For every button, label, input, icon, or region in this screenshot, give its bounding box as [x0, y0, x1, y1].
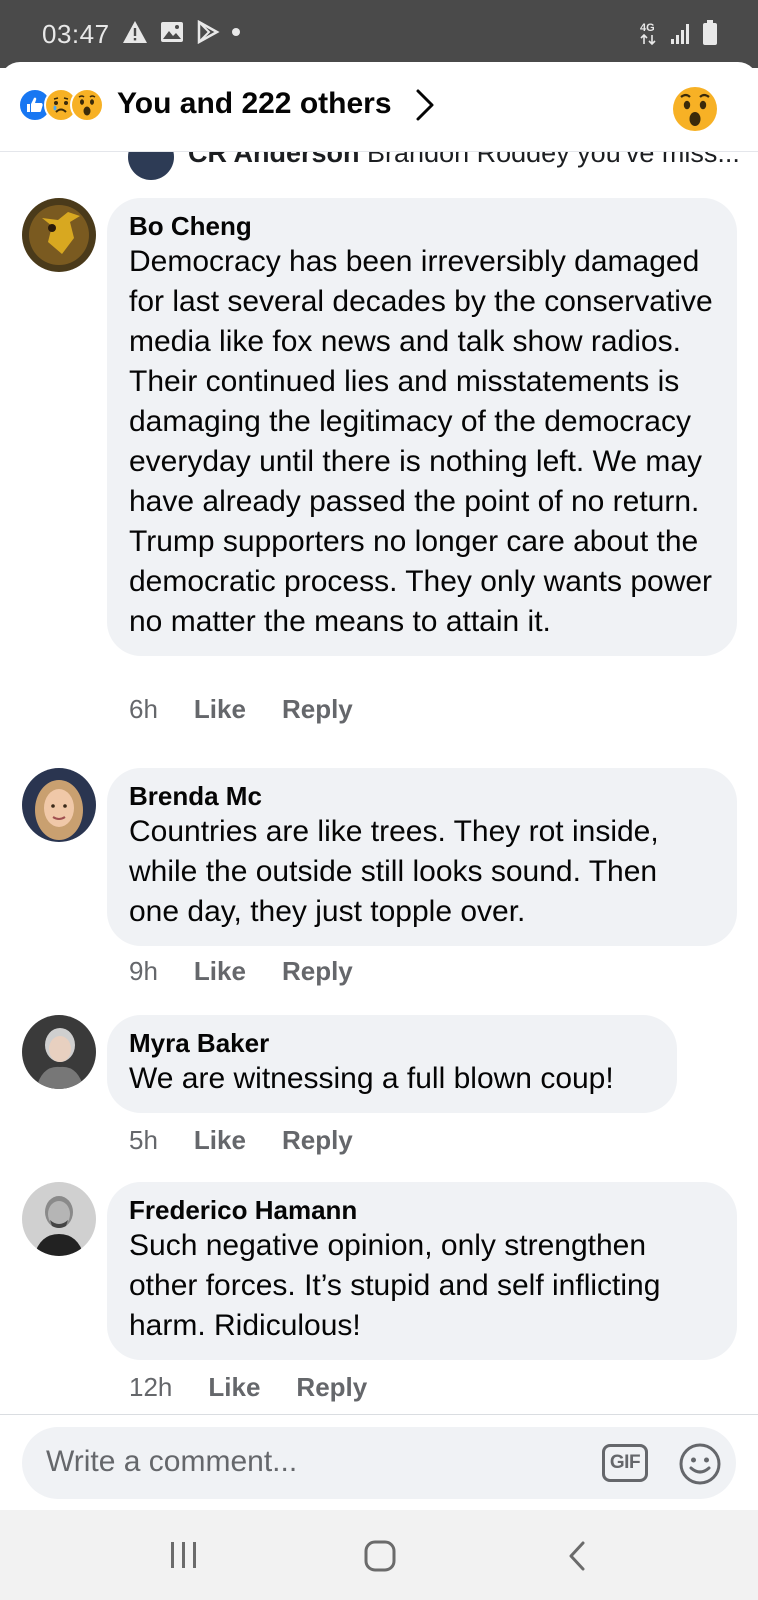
comment-actions: 5h Like Reply — [129, 1125, 353, 1156]
like-button[interactable]: Like — [194, 1125, 246, 1156]
home-icon[interactable] — [364, 1540, 396, 1572]
gallery-icon — [160, 21, 184, 43]
system-nav-bar — [0, 1510, 758, 1600]
comment-actions: 6h Like Reply — [129, 694, 353, 725]
comment-time[interactable]: 6h — [129, 694, 158, 725]
reaction-icons — [18, 88, 104, 122]
chevron-right-icon[interactable] — [414, 88, 436, 127]
comment-text: We are witnessing a full blown coup! — [129, 1062, 614, 1095]
comment-text: Such negative opinion, only strengthen o… — [129, 1229, 661, 1342]
comment-bubble[interactable]: Brenda Mc Countries are like trees. They… — [107, 768, 737, 946]
status-system-icons: 4G — [640, 20, 718, 46]
comment-author[interactable]: Frederico Hamann — [129, 1194, 715, 1226]
like-button[interactable]: Like — [194, 694, 246, 725]
reply-button[interactable]: Reply — [282, 1125, 353, 1156]
emoji-icon[interactable] — [678, 1442, 722, 1491]
like-button[interactable]: Like — [194, 956, 246, 987]
avatar[interactable] — [22, 198, 96, 272]
reply-button[interactable]: Reply — [282, 956, 353, 987]
svg-text:4G: 4G — [640, 22, 655, 34]
comment-text: Brandon Roddey you've miss... — [367, 152, 740, 168]
dot-icon — [232, 28, 240, 36]
status-notification-icons — [122, 20, 240, 44]
avatar[interactable] — [22, 1182, 96, 1256]
comment-input[interactable] — [46, 1445, 566, 1479]
comment-composer[interactable]: GIF — [22, 1427, 736, 1499]
comment-time[interactable]: 12h — [129, 1372, 172, 1403]
comment-author[interactable]: CR Anderson — [188, 152, 360, 168]
status-bar: 03:47 4G — [0, 0, 758, 68]
comment-actions: 12h Like Reply — [129, 1372, 367, 1403]
recent-apps-icon[interactable] — [168, 1540, 200, 1570]
comment-actions: 9h Like Reply — [129, 956, 353, 987]
reactions-header[interactable]: You and 222 others — [0, 62, 758, 152]
comment-composer-bar: GIF — [0, 1414, 758, 1510]
avatar[interactable] — [22, 1015, 96, 1089]
comment-bubble[interactable]: Frederico Hamann Such negative opinion, … — [107, 1182, 737, 1360]
comment-bubble[interactable]: Myra Baker We are witnessing a full blow… — [107, 1015, 677, 1113]
battery-icon — [702, 20, 718, 46]
current-reaction-wow-icon[interactable] — [672, 86, 718, 137]
comment-time[interactable]: 9h — [129, 956, 158, 987]
avatar[interactable] — [128, 152, 174, 180]
comment-time[interactable]: 5h — [129, 1125, 158, 1156]
comment-text: Countries are like trees. They rot insid… — [129, 815, 659, 928]
warning-icon — [122, 20, 148, 44]
comment-author[interactable]: Myra Baker — [129, 1027, 655, 1059]
comment-author[interactable]: Bo Cheng — [129, 210, 715, 242]
back-icon[interactable] — [566, 1540, 588, 1572]
previous-comment-clipped[interactable]: CR Anderson Brandon Roddey you've miss..… — [0, 152, 758, 180]
signal-icon — [670, 21, 692, 45]
gif-button[interactable]: GIF — [602, 1444, 648, 1482]
reply-button[interactable]: Reply — [296, 1372, 367, 1403]
play-store-icon — [196, 20, 220, 44]
avatar[interactable] — [22, 768, 96, 842]
comment-bubble[interactable]: Bo Cheng Democracy has been irreversibly… — [107, 198, 737, 656]
reactions-summary[interactable]: You and 222 others — [117, 87, 392, 121]
comment-text: Democracy has been irreversibly damaged … — [129, 245, 713, 638]
like-button[interactable]: Like — [208, 1372, 260, 1403]
wow-reaction-icon — [70, 88, 104, 122]
comment-author[interactable]: Brenda Mc — [129, 780, 715, 812]
reply-button[interactable]: Reply — [282, 694, 353, 725]
status-time: 03:47 — [42, 19, 110, 49]
network-4g-icon: 4G — [640, 20, 660, 46]
